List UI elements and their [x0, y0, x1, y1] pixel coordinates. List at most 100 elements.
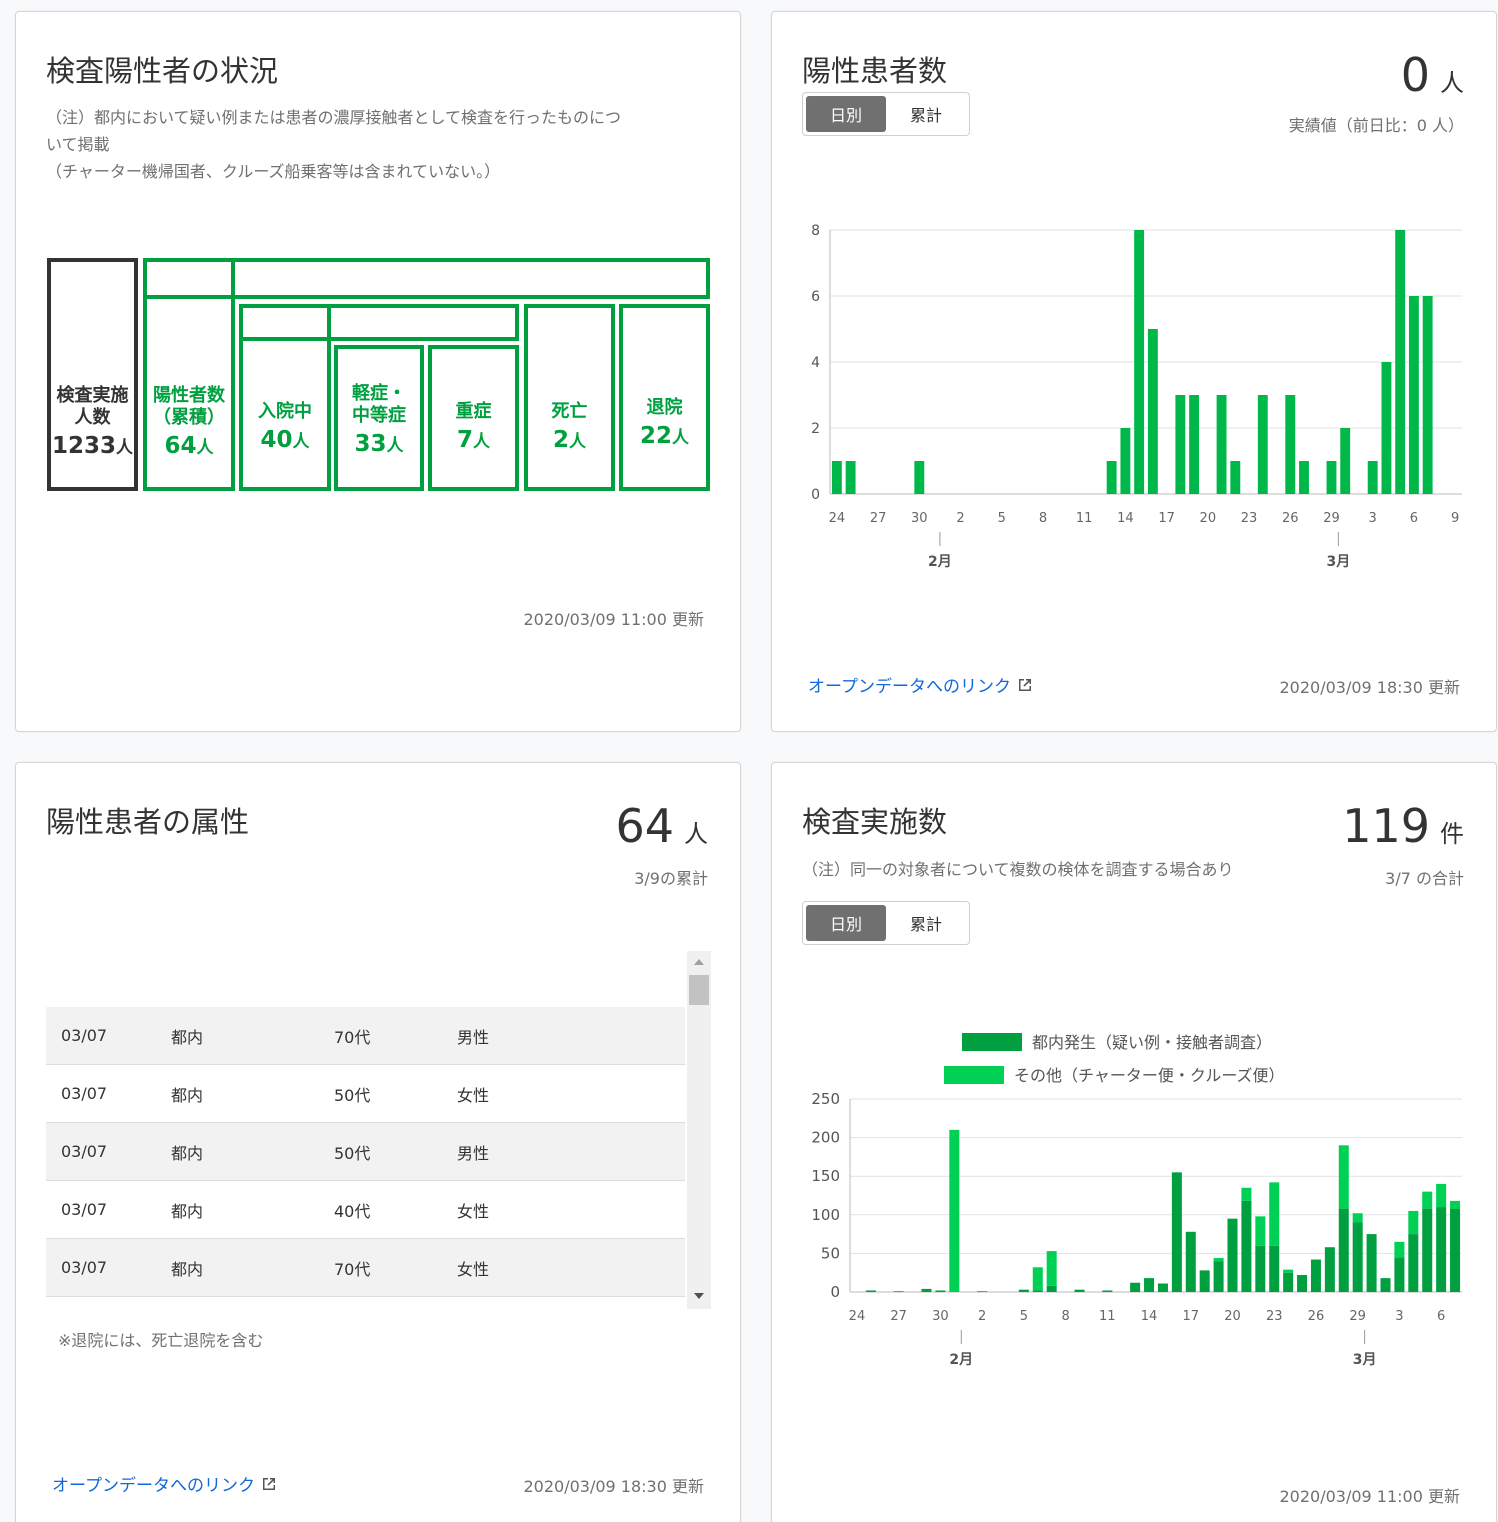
- tests-stacked-bar-chart: 都内発生（疑い例・接触者調査） その他（チャーター便・クルーズ便） 0 50 100 15…: [811, 1033, 1462, 1368]
- attributes-unit: 人: [684, 820, 708, 848]
- x-tick-label: 17: [1158, 511, 1175, 526]
- positive-patients-card: 陽性患者数 0 人 実績値（前日比：0 人） 日別 累計 0 2 4 6 8 24 27 30…: [771, 11, 1497, 732]
- bar: [1157, 1283, 1168, 1292]
- patients-unit: 人: [1440, 69, 1464, 97]
- bar: [1241, 1200, 1252, 1292]
- bar: [1130, 1282, 1141, 1292]
- x-tick-label: 24: [849, 1309, 866, 1324]
- bar: [1230, 461, 1241, 494]
- y-tick-label: 0: [811, 487, 820, 503]
- legend-label-domestic: 都内発生（疑い例・接触者調査）: [1032, 1033, 1272, 1052]
- attributes-table[interactable]: 03/07 都内 70代 男性 03/07 都内 50代 女性 03/07 都内 50代 男性 03/0…: [46, 951, 711, 1309]
- patients-bar-chart: 0246824 27 30 2 5 8 11 14 17 20 23 26 29 3 6 92月 3月: [811, 223, 1462, 570]
- y-tick-label: 8: [811, 223, 820, 239]
- open-data-link-text[interactable]: オープンデータへのリンク: [52, 1471, 255, 1496]
- scroll-down-arrow[interactable]: [694, 1293, 704, 1299]
- hospital-value: 40: [260, 427, 293, 453]
- y-tick-label: 6: [811, 289, 820, 305]
- scrollbar[interactable]: [687, 951, 711, 1309]
- scroll-thumb[interactable]: [689, 975, 709, 1005]
- toggle-daily-button[interactable]: 日別: [806, 905, 886, 941]
- patient-attributes-card: 陽性患者の属性 64 人 3/9の累計 03/07 都内 70代 男性 03/07 都内 5…: [15, 762, 741, 1522]
- tests-subnote: 3/7 の合計: [1385, 869, 1464, 888]
- bar: [1213, 1261, 1224, 1292]
- bar: [1299, 461, 1309, 494]
- bar: [1216, 395, 1227, 494]
- x-tick-label: 30: [911, 511, 928, 526]
- bar: [1120, 428, 1131, 494]
- daily-cumulative-toggle: 日別 累計: [802, 92, 970, 136]
- unit: 人: [569, 432, 586, 452]
- bar: [1074, 1289, 1085, 1292]
- tested-label: 検査実施 人数 1233人: [47, 372, 138, 472]
- bar: [1352, 1222, 1363, 1292]
- bar: [935, 1290, 946, 1292]
- card-title: 検査陽性者の状況: [46, 54, 279, 88]
- table-cell-sex: 女性: [457, 1259, 490, 1279]
- bar: [1310, 1259, 1321, 1292]
- unit: 人: [672, 428, 689, 448]
- x-tick-label: 20: [1200, 511, 1217, 526]
- bar: [1366, 1234, 1377, 1292]
- bar: [1032, 1290, 1043, 1292]
- bar: [865, 1290, 876, 1292]
- toggle-daily-button[interactable]: 日別: [806, 96, 886, 132]
- bar: [1189, 395, 1200, 494]
- month-label: 3月: [1326, 554, 1350, 570]
- hospital-label-text: 入院中: [258, 401, 312, 422]
- bar: [1422, 296, 1433, 494]
- attributes-subnote: 3/9の累計: [634, 869, 708, 888]
- bar: [1032, 1267, 1043, 1291]
- x-tick-label: 23: [1241, 511, 1258, 526]
- bar: [1046, 1251, 1057, 1286]
- x-tick-label: 5: [998, 511, 1006, 526]
- bar: [1450, 1208, 1461, 1292]
- tested-value: 1233: [51, 433, 116, 459]
- table-cell-date: 03/07: [61, 1200, 108, 1219]
- tests-note: （注）同一の対象者について複数の検体を調査する場合あり: [802, 860, 1234, 879]
- toggle-cumulative-button[interactable]: 累計: [886, 905, 966, 941]
- open-data-link[interactable]: オープンデータへのリンク: [52, 1471, 277, 1496]
- table-cell-area: 都内: [171, 1201, 204, 1221]
- x-tick-label: 3: [1369, 511, 1377, 526]
- table-row: 03/07 都内 50代 女性: [46, 1065, 685, 1123]
- x-tick-label: 8: [1061, 1309, 1069, 1324]
- positive-label: 陽性者数 （累積） 64人: [143, 372, 235, 472]
- open-data-link-text[interactable]: オープンデータへのリンク: [808, 672, 1011, 697]
- table-cell-date: 03/07: [61, 1084, 108, 1103]
- bar: [1185, 1231, 1196, 1292]
- bar: [1144, 1278, 1155, 1292]
- y-tick-label: 4: [811, 355, 820, 371]
- card-title: 検査実施数: [802, 805, 948, 839]
- tested-label-1: 検査実施: [56, 385, 129, 406]
- bar: [1436, 1207, 1447, 1292]
- updated-timestamp: 2020/03/09 11:00 更新: [1279, 1487, 1460, 1506]
- bar: [1450, 1200, 1461, 1209]
- x-tick-label: 29: [1349, 1309, 1366, 1324]
- y-tick-label: 100: [811, 1206, 840, 1224]
- bar: [1297, 1275, 1308, 1292]
- scroll-up-arrow[interactable]: [694, 959, 704, 965]
- bar: [1422, 1191, 1433, 1209]
- bar: [914, 461, 925, 494]
- positive-label-1: 陽性者数: [153, 385, 225, 406]
- severe-value: 7: [456, 427, 473, 453]
- test-positive-status-card: 検査陽性者の状況 （注）都内において疑い例または患者の濃厚接触者として検査を行っ…: [15, 11, 741, 732]
- y-tick-label: 200: [811, 1129, 840, 1147]
- table-cell-age: 50代: [334, 1143, 371, 1163]
- connector: [231, 295, 235, 309]
- toggle-cumulative-button[interactable]: 累計: [886, 96, 966, 132]
- bar: [1408, 296, 1419, 494]
- open-data-link[interactable]: オープンデータへのリンク: [808, 672, 1033, 697]
- table-row: 03/07 都内 70代 男性: [46, 1007, 685, 1065]
- hospital-label: 入院中 40人: [239, 392, 331, 462]
- x-tick-label: 26: [1308, 1309, 1325, 1324]
- month-label: 2月: [949, 1352, 973, 1368]
- bar: [1436, 1183, 1447, 1208]
- y-tick-label: 150: [811, 1167, 840, 1185]
- positive-label-2: （累積）: [153, 407, 225, 428]
- patients-subnote: 実績値（前日比：0 人）: [1288, 116, 1464, 135]
- table-cell-sex: 男性: [457, 1143, 490, 1163]
- y-tick-label: 0: [830, 1283, 840, 1301]
- updated-timestamp: 2020/03/09 11:00 更新: [523, 610, 704, 629]
